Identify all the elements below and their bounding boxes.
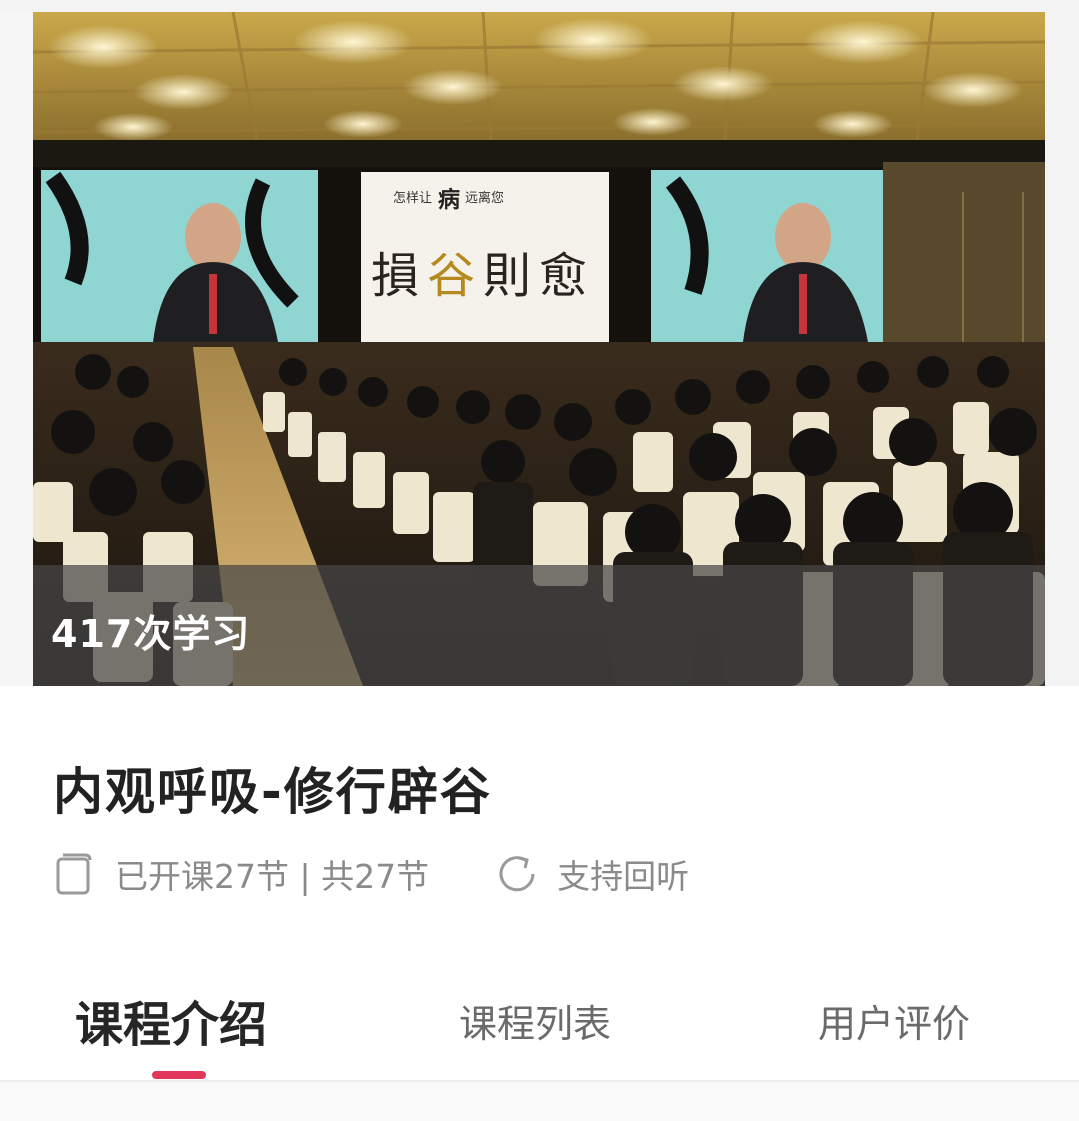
course-tabs: 课程介绍 课程列表 用户评价 bbox=[0, 980, 1079, 1080]
svg-text:愈: 愈 bbox=[539, 248, 587, 304]
study-count-bar: 417次学习 bbox=[33, 565, 1045, 686]
course-title: 内观呼吸-修行辟谷 bbox=[53, 763, 492, 821]
book-icon bbox=[56, 853, 92, 895]
tab-label: 用户评价 bbox=[818, 1001, 971, 1046]
svg-text:远离您: 远离您 bbox=[465, 190, 504, 206]
replay-label: 支持回听 bbox=[557, 857, 690, 896]
tab-label: 课程列表 bbox=[459, 1001, 612, 1046]
svg-text:損: 損 bbox=[371, 248, 419, 304]
replay-support: 支持回听 bbox=[495, 850, 689, 898]
top-strip bbox=[0, 0, 1079, 12]
content-area bbox=[0, 1082, 1079, 1121]
left-gutter bbox=[0, 12, 33, 686]
tab-label: 课程介绍 bbox=[75, 997, 268, 1053]
lessons-count: 已开课27节 | 共27节 bbox=[115, 857, 430, 896]
right-gutter bbox=[1045, 12, 1079, 686]
svg-text:病: 病 bbox=[438, 187, 460, 213]
svg-text:谷: 谷 bbox=[427, 248, 475, 304]
study-count: 417次学习 bbox=[51, 612, 251, 656]
refresh-icon bbox=[499, 856, 535, 892]
active-tab-indicator bbox=[152, 1071, 206, 1079]
svg-text:怎样让: 怎样让 bbox=[393, 191, 432, 206]
svg-text:則: 則 bbox=[483, 248, 531, 304]
course-meta-row: 已开课27节 | 共27节 支持回听 bbox=[55, 852, 689, 896]
tab-course-intro[interactable]: 课程介绍 bbox=[75, 980, 267, 1060]
tab-course-list[interactable]: 课程列表 bbox=[459, 980, 611, 1060]
tab-user-reviews[interactable]: 用户评价 bbox=[818, 980, 970, 1060]
course-cover-image[interactable]: 怎样让 病 远离您 損 谷 則 愈 417次学习 bbox=[33, 12, 1045, 686]
